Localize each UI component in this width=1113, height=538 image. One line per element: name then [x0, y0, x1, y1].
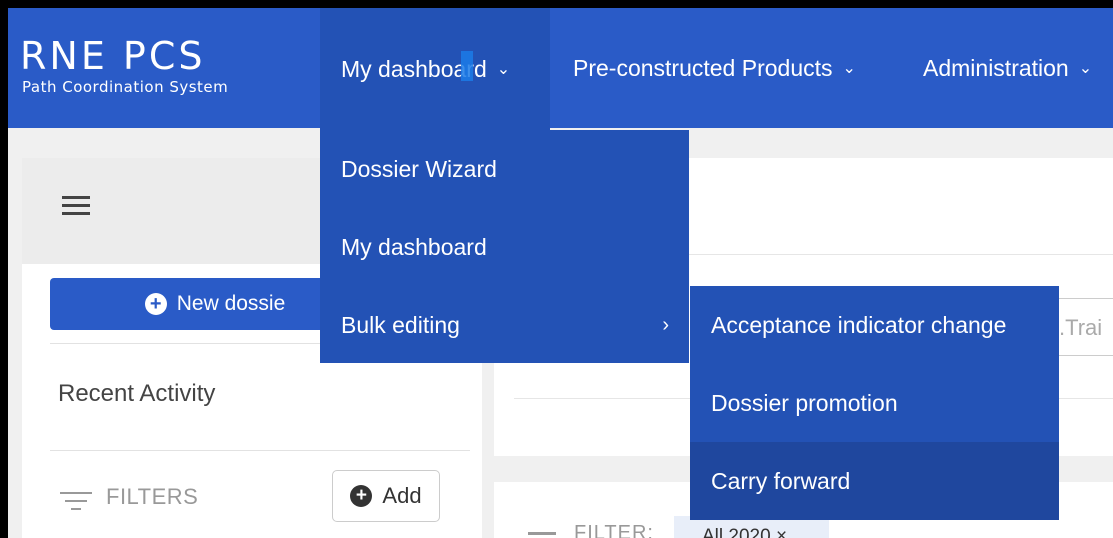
nav-my-dashboard[interactable]: My dashboard ⌄ [320, 8, 550, 130]
menu-item-my-dashboard[interactable]: My dashboard [320, 208, 689, 286]
chevron-right-icon: › [662, 313, 669, 336]
submenu-item-label: Dossier promotion [711, 389, 898, 416]
logo-wordmark: RNE PCS [20, 34, 206, 78]
nav-pre-constructed-products-label: Pre-constructed Products [573, 54, 833, 81]
nav-administration[interactable]: Administration ⌄ [923, 8, 1092, 128]
nav-pre-constructed-products[interactable]: Pre-constructed Products ⌄ [573, 8, 856, 128]
top-navigation-bar: RNE PCS Path Coordination System My dash… [8, 8, 1113, 130]
submenu-item-label: Acceptance indicator change [711, 311, 1007, 338]
filter-icon [528, 532, 556, 535]
menu-item-bulk-editing[interactable]: Bulk editing › [320, 286, 689, 364]
recent-activity-heading: Recent Activity [58, 380, 216, 407]
add-filter-button[interactable]: + Add [332, 470, 440, 522]
menu-item-dossier-wizard[interactable]: Dossier Wizard [320, 130, 689, 208]
plus-circle-icon: + [350, 485, 373, 507]
menu-item-label: Dossier Wizard [341, 155, 497, 182]
nav-administration-label: Administration [923, 54, 1069, 81]
app-frame: RNE PCS Path Coordination System My dash… [8, 8, 1113, 538]
logo-subtitle: Path Coordination System [22, 78, 229, 96]
submenu-item-carry-forward[interactable]: Carry forward [690, 442, 1059, 520]
submenu-item-dossier-promotion[interactable]: Dossier promotion [690, 364, 1059, 442]
my-dashboard-dropdown-menu: Dossier Wizard My dashboard Bulk editing… [320, 130, 689, 363]
divider [50, 450, 470, 451]
submenu-item-label: Carry forward [711, 467, 851, 494]
filters-label: FILTERS [106, 484, 199, 509]
filter-label: FILTER: [574, 522, 654, 538]
filter-icon [60, 492, 92, 512]
chevron-down-icon: ⌄ [1078, 60, 1093, 77]
submenu-item-acceptance-indicator-change[interactable]: Acceptance indicator change [690, 286, 1059, 364]
new-dossier-button[interactable]: + New dossie [50, 278, 350, 330]
new-dossier-label: New dossie [176, 292, 286, 315]
chevron-down-icon: ⌄ [496, 61, 511, 78]
plus-circle-icon: + [144, 293, 167, 315]
text-selection-cursor [461, 51, 473, 81]
chevron-down-icon: ⌄ [842, 60, 856, 77]
menu-item-label: My dashboard [341, 233, 487, 260]
rne-pcs-logo[interactable]: RNE PCS Path Coordination System [20, 34, 295, 104]
menu-item-label: Bulk editing [341, 311, 460, 338]
bulk-editing-submenu: Acceptance indicator change Dossier prom… [690, 286, 1059, 520]
hamburger-menu-icon[interactable] [62, 196, 90, 216]
add-button-label: Add [382, 483, 422, 508]
